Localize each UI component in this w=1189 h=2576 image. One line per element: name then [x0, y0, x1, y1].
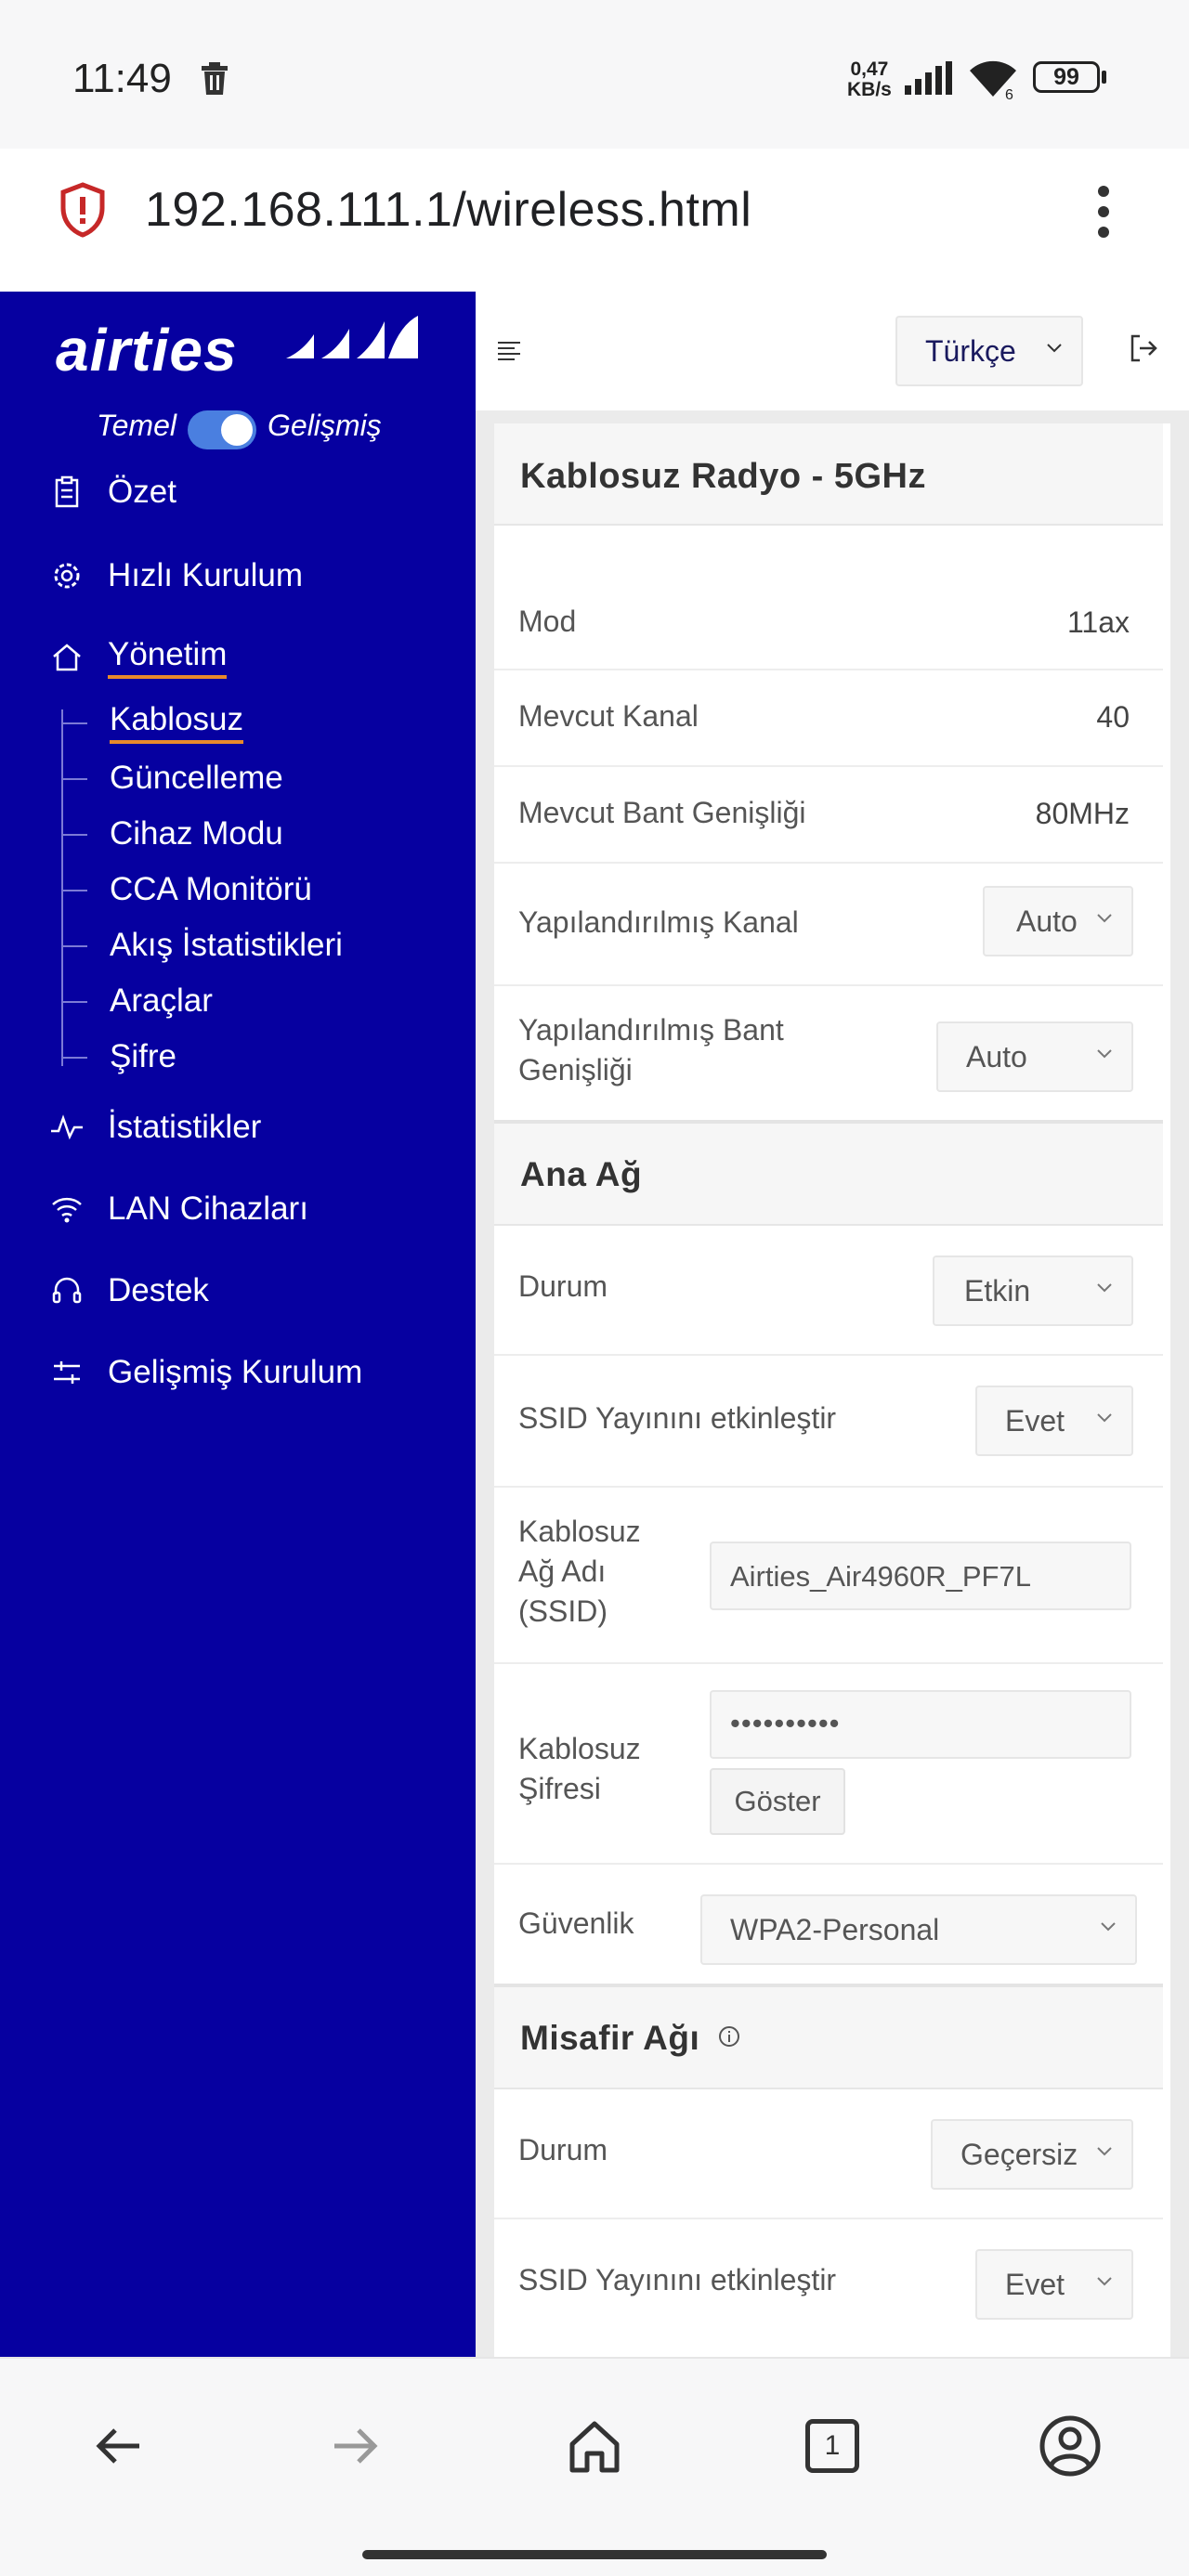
language-select[interactable]: Türkçe — [895, 316, 1083, 386]
subnav-item-cihaz-modu[interactable]: Cihaz Modu — [61, 808, 470, 860]
subnav-item-cca-monitoru[interactable]: CCA Monitörü — [61, 864, 470, 916]
subnav-item-kablosuz[interactable]: Kablosuz — [61, 696, 470, 748]
arrow-right-icon — [334, 2428, 378, 2464]
home-button[interactable] — [559, 2411, 630, 2481]
chevron-down-icon — [1097, 2147, 1112, 2156]
headset-icon — [52, 1277, 82, 1304]
nav-item-hizli-kurulum[interactable]: Hızlı Kurulum — [0, 548, 476, 604]
guest-network-header: Misafir Ağı — [494, 1987, 1163, 2089]
chevron-down-icon — [1097, 1283, 1112, 1293]
main-status-select[interactable]: Etkin — [933, 1255, 1133, 1326]
nav-item-ozet[interactable]: Özet — [0, 464, 476, 520]
guest-network-title: Misafir Ağı — [520, 2019, 700, 2057]
subnav-item-araclar[interactable]: Araçlar — [61, 975, 470, 1027]
signal-icon — [905, 61, 952, 95]
row-mod: Mod 11ax — [494, 574, 1163, 670]
subnav-item-guncelleme[interactable]: Güncelleme — [61, 752, 470, 804]
browser-bottom-nav: 1 — [0, 2357, 1189, 2576]
back-button[interactable] — [84, 2411, 154, 2481]
row-mevcut-bant: Mevcut Bant Genişliği 80MHz — [494, 765, 1163, 864]
url-text[interactable]: 192.168.111.1/wireless.html — [145, 182, 751, 238]
radio-title: Kablosuz Radyo - 5GHz — [520, 457, 926, 496]
more-vert-icon[interactable] — [1092, 182, 1115, 241]
password-input[interactable]: •••••••••• — [710, 1690, 1131, 1759]
wifi-standard: 6 — [1005, 87, 1013, 103]
menu-toggle-icon[interactable] — [498, 340, 522, 360]
main-ssid-broadcast-select[interactable]: Evet — [975, 1386, 1133, 1456]
row-yapilandirilmis-bant: Yapılandırılmış Bant Genişliği Auto — [494, 984, 1163, 1124]
wireless-panel: Kablosuz Radyo - 5GHz Mod 11ax Mevcut Ka… — [494, 423, 1170, 2357]
home-nav-icon — [569, 2421, 620, 2473]
main-network-header: Ana Ağ — [494, 1124, 1163, 1226]
guest-ssid-broadcast-select[interactable]: Evet — [975, 2249, 1133, 2320]
content-topbar: Türkçe — [476, 292, 1189, 413]
pulse-icon — [51, 1114, 83, 1140]
chevron-down-icon — [1097, 914, 1112, 923]
chevron-down-icon — [1097, 1413, 1112, 1423]
home-icon — [53, 644, 81, 671]
chevron-down-icon — [1047, 344, 1062, 353]
nav-item-gelismis-kurulum[interactable]: Gelişmiş Kurulum — [0, 1345, 476, 1400]
status-bar: 11:49 0,47 KB/s 6 99 — [0, 0, 1189, 149]
radio-spacer — [494, 526, 1163, 574]
battery-tip — [1102, 71, 1106, 84]
tab-count: 1 — [805, 2419, 859, 2473]
tabs-button[interactable]: 1 — [797, 2411, 868, 2481]
configured-channel-select[interactable]: Auto — [983, 886, 1133, 956]
ssid-input[interactable]: Airties_Air4960R_PF7L — [710, 1542, 1131, 1610]
mode-advanced-label: Gelişmiş — [268, 409, 382, 442]
clipboard-icon — [55, 475, 79, 508]
radio-section-header: Kablosuz Radyo - 5GHz — [494, 423, 1163, 526]
row-mevcut-kanal: Mevcut Kanal 40 — [494, 669, 1163, 767]
nav-item-yonetim[interactable]: Yönetim — [0, 630, 476, 685]
chevron-down-icon — [1097, 2277, 1112, 2286]
configured-bandwidth-select[interactable]: Auto — [936, 1021, 1133, 1092]
row-guest-durum: Durum Geçersiz — [494, 2088, 1163, 2219]
row-durum: Durum Etkin — [494, 1224, 1163, 1356]
browser-url-bar: 192.168.111.1/wireless.html — [0, 149, 1189, 293]
main-network-title: Ana Ağ — [520, 1155, 643, 1193]
row-guvenlik: Güvenlik WPA2-Personal — [494, 1863, 1163, 1987]
logout-icon[interactable] — [1128, 332, 1159, 364]
net-speed: 0,47 KB/s — [847, 59, 892, 100]
chevron-down-icon — [1097, 1049, 1112, 1059]
row-guest-ssid-yayini: SSID Yayınını etkinleştir Evet — [494, 2218, 1163, 2348]
nav-item-destek[interactable]: Destek — [0, 1263, 476, 1319]
subnav-item-akis-istatistikleri[interactable]: Akış İstatistikleri — [61, 919, 470, 971]
account-icon — [1039, 2415, 1101, 2477]
sidebar: airties Temel Gelişmiş Özet Hızlı Kurulu… — [0, 292, 476, 2357]
gesture-bar[interactable] — [362, 2550, 827, 2559]
account-button[interactable] — [1035, 2411, 1105, 2481]
show-password-button[interactable]: Göster — [710, 1768, 845, 1835]
security-select[interactable]: WPA2-Personal — [700, 1894, 1137, 1965]
mode-basic-label: Temel — [97, 409, 176, 442]
bandwidth-value: 80MHz — [1035, 797, 1130, 830]
forward-button[interactable] — [320, 2411, 390, 2481]
gear-icon — [54, 563, 80, 589]
info-icon[interactable] — [717, 2024, 741, 2049]
row-yapilandirilmis-kanal: Yapılandırılmış Kanal Auto — [494, 862, 1163, 986]
chevron-down-icon — [1101, 1922, 1116, 1932]
row-ssid-yayini: SSID Yayınını etkinleştir Evet — [494, 1354, 1163, 1488]
sliders-icon — [54, 1361, 80, 1384]
channel-value: 40 — [1096, 700, 1130, 734]
mode-value: 11ax — [1066, 605, 1130, 639]
nav-item-istatistikler[interactable]: İstatistikler — [0, 1099, 476, 1155]
guest-status-select[interactable]: Geçersiz — [931, 2119, 1133, 2190]
mode-toggle[interactable] — [188, 410, 256, 449]
row-password: Kablosuz Şifresi •••••••••• Göster — [494, 1662, 1163, 1865]
row-ssid-name: Kablosuz Ağ Adı (SSID) Airties_Air4960R_… — [494, 1486, 1163, 1664]
status-time: 11:49 — [72, 56, 172, 101]
trash-icon — [202, 62, 228, 95]
subnav-item-sifre[interactable]: Şifre — [61, 1031, 470, 1083]
security-warning-icon[interactable] — [59, 182, 106, 238]
arrow-left-icon — [96, 2428, 139, 2464]
nav-item-lan-cihazlari[interactable]: LAN Cihazları — [0, 1181, 476, 1237]
wifi-icon — [52, 1197, 82, 1223]
battery-indicator: 99 — [1033, 61, 1100, 93]
airties-logo: airties — [56, 317, 238, 384]
logo-waves-icon — [286, 316, 418, 358]
